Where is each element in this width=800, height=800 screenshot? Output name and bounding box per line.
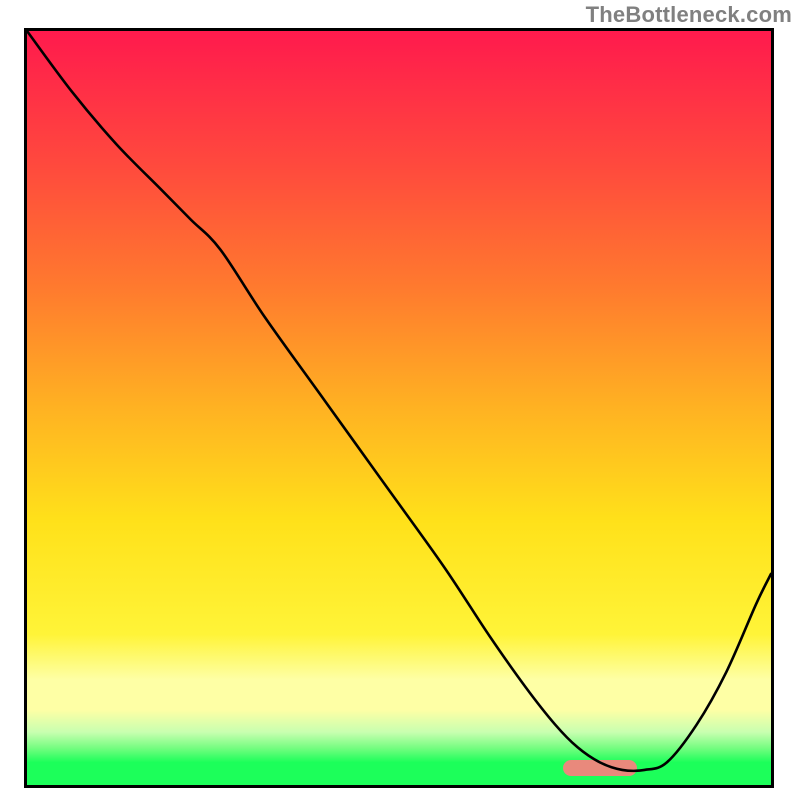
chart-area bbox=[24, 28, 774, 788]
optimal-range-marker bbox=[563, 760, 637, 776]
chart-background-gradient bbox=[27, 31, 771, 785]
watermark-text: TheBottleneck.com bbox=[586, 2, 792, 28]
